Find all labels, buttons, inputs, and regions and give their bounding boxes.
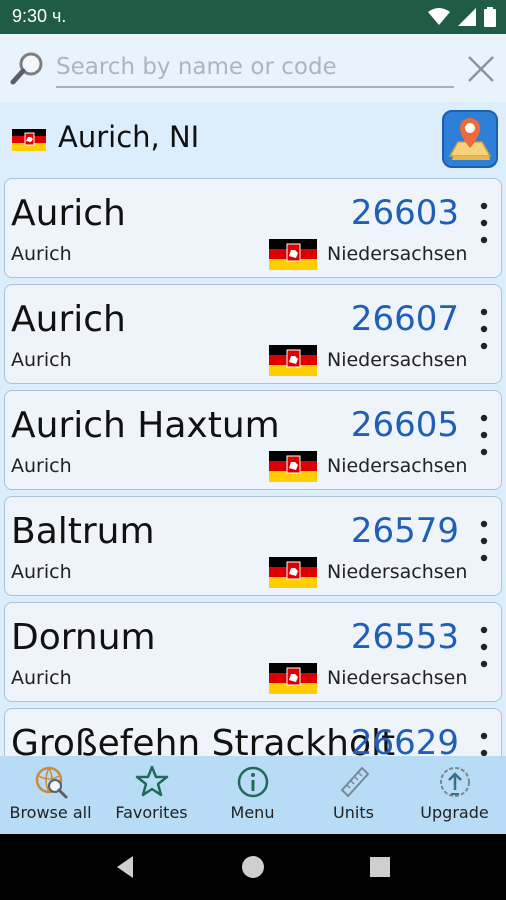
list-item[interactable]: Dornum 26553 Aurich Niedersachsen <box>4 602 502 702</box>
browse-all-icon <box>35 766 68 799</box>
district-name: Aurich <box>11 349 72 371</box>
more-vert-icon[interactable] <box>479 731 489 756</box>
list-item[interactable]: Großefehn Strackholt26629AurichNiedersac… <box>4 708 502 756</box>
state-flag-icon <box>269 239 317 270</box>
state-name: Niedersachsen <box>327 243 468 265</box>
nav-label: Browse all <box>9 803 92 822</box>
nav-browse-all[interactable]: Browse all <box>0 756 101 834</box>
search-bar <box>0 34 506 102</box>
back-icon[interactable] <box>113 854 139 880</box>
nav-units[interactable]: Units <box>303 756 404 834</box>
list-item[interactable]: Aurich Haxtum 26605 Aurich Niedersachsen <box>4 390 502 490</box>
status-bar: 9:30 ч. <box>0 0 506 34</box>
nav-menu[interactable]: Menu <box>202 756 303 834</box>
system-nav-bar <box>0 834 506 900</box>
more-vert-icon[interactable] <box>479 625 489 669</box>
nav-label: Menu <box>230 803 275 822</box>
bottom-nav: Browse all Favorites Menu Units Upgrade <box>0 756 506 834</box>
nav-upgrade[interactable]: Upgrade <box>404 756 505 834</box>
recents-icon[interactable] <box>368 855 392 879</box>
germany-flag-icon <box>12 129 46 151</box>
postal-code: 26605 <box>350 405 459 445</box>
postal-code: 26579 <box>350 511 459 551</box>
search-icon[interactable] <box>10 50 46 86</box>
place-name: Großefehn Strackholt <box>11 723 396 756</box>
district-name: Aurich <box>11 243 72 265</box>
nav-favorites[interactable]: Favorites <box>101 756 202 834</box>
postal-code: 26607 <box>350 299 459 339</box>
state-name: Niedersachsen <box>327 561 468 583</box>
close-icon[interactable] <box>466 54 496 84</box>
place-name: Dornum <box>11 617 156 658</box>
state-flag-icon <box>269 557 317 588</box>
state-flag-icon <box>269 451 317 482</box>
info-icon <box>237 766 269 798</box>
list-item[interactable]: Baltrum 26579 Aurich Niedersachsen <box>4 496 502 596</box>
place-name: Aurich Haxtum <box>11 405 280 446</box>
more-vert-icon[interactable] <box>479 413 489 457</box>
postal-code: 26603 <box>350 193 459 233</box>
wifi-icon <box>428 8 450 25</box>
signal-icon <box>458 8 476 26</box>
place-name: Baltrum <box>11 511 155 552</box>
state-flag-icon <box>269 663 317 694</box>
district-name: Aurich <box>11 455 72 477</box>
district-name: Aurich <box>11 667 72 689</box>
state-name: Niedersachsen <box>327 455 468 477</box>
state-name: Niedersachsen <box>327 349 468 371</box>
home-icon[interactable] <box>240 854 266 880</box>
place-name: Aurich <box>11 299 126 340</box>
nav-label: Favorites <box>115 803 188 822</box>
star-icon <box>135 765 169 797</box>
ruler-icon <box>340 766 370 798</box>
results-list: Aurich 26603 Aurich Niedersachsen Aurich 2660… <box>0 176 506 756</box>
nav-label: Units <box>333 803 374 822</box>
search-input[interactable] <box>56 48 454 88</box>
postal-code: 26553 <box>350 617 459 657</box>
more-vert-icon[interactable] <box>479 519 489 563</box>
postal-code: 26629 <box>350 723 459 756</box>
status-icons <box>428 6 496 28</box>
map-pin-icon <box>448 118 492 160</box>
state-name: Niedersachsen <box>327 667 468 689</box>
map-button[interactable] <box>442 110 498 168</box>
upgrade-icon <box>440 767 470 797</box>
list-item[interactable]: Aurich 26607 Aurich Niedersachsen <box>4 284 502 384</box>
state-flag-icon <box>269 345 317 376</box>
battery-icon <box>484 7 496 27</box>
list-item[interactable]: Aurich 26603 Aurich Niedersachsen <box>4 178 502 278</box>
nav-label: Upgrade <box>420 803 489 822</box>
status-time: 9:30 ч. <box>12 6 67 26</box>
district-name: Aurich <box>11 561 72 583</box>
place-name: Aurich <box>11 193 126 234</box>
more-vert-icon[interactable] <box>479 201 489 245</box>
more-vert-icon[interactable] <box>479 307 489 351</box>
location-label: Aurich, NI <box>58 120 200 154</box>
current-location: Aurich, NI <box>0 102 506 176</box>
